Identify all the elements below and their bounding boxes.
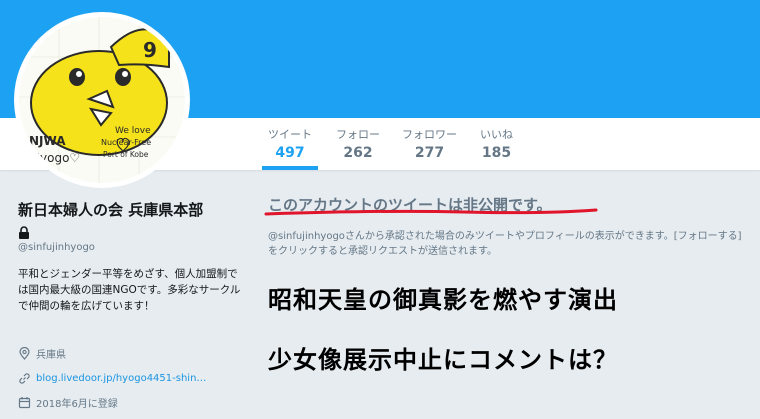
avatar-text-njwa: NJWA bbox=[29, 134, 66, 148]
calendar-icon bbox=[18, 397, 31, 409]
stat-followers[interactable]: フォロワー 277 bbox=[402, 126, 457, 161]
stat-followers-label: フォロワー bbox=[402, 128, 457, 141]
stat-likes-value: 185 bbox=[481, 145, 512, 161]
overlay-headline-1: 昭和天皇の御真影を燃やす演出 bbox=[268, 286, 618, 314]
stat-following-label: フォロー bbox=[336, 128, 380, 141]
stat-likes-label: いいね bbox=[480, 128, 513, 141]
profile-bio: 平和とジェンダー平等をめざす、個人加盟制では国内最大級の国連NGOです。多彩なサ… bbox=[18, 268, 241, 312]
svg-text:9: 9 bbox=[143, 38, 157, 62]
profile-website[interactable]: blog.livedoor.jp/hyogo4451-shin… bbox=[18, 372, 206, 385]
avatar-illustration: 9 NJWA Hyogo♡ We love Nuclear-Free Port … bbox=[19, 17, 185, 183]
location-text: 兵庫県 bbox=[36, 350, 66, 361]
stat-likes[interactable]: いいね 185 bbox=[480, 126, 513, 161]
website-link[interactable]: blog.livedoor.jp/hyogo4451-shin… bbox=[36, 373, 206, 384]
red-underline-annotation bbox=[264, 208, 598, 216]
overlay-headline-2: 少女像展示中止にコメントは？ bbox=[268, 346, 618, 374]
stat-followers-value: 277 bbox=[414, 145, 445, 161]
profile-handle[interactable]: @sinfujinhyogo bbox=[18, 242, 95, 253]
avatar-text-port: Port of Kobe bbox=[103, 150, 149, 159]
avatar-text-nuclear-free: Nuclear-Free bbox=[101, 138, 151, 147]
stat-following-value: 262 bbox=[343, 145, 373, 161]
profile-location: 兵庫県 bbox=[18, 346, 66, 361]
stat-tweets-label: ツイート bbox=[268, 128, 312, 141]
avatar-text-we-love: We love bbox=[115, 126, 151, 136]
location-icon bbox=[19, 347, 30, 360]
profile-name[interactable]: 新日本婦人の会 兵庫県本部 bbox=[18, 199, 203, 220]
private-account-description: @sinfujinhyogoさんから承認された場合のみツイートやプロフィールの表… bbox=[268, 231, 742, 257]
stat-following[interactable]: フォロー 262 bbox=[336, 126, 380, 161]
stat-tweets-value: 497 bbox=[275, 145, 305, 161]
lock-icon bbox=[18, 224, 30, 243]
joined-text: 2018年6月に登録 bbox=[36, 399, 118, 410]
avatar[interactable]: 9 NJWA Hyogo♡ We love Nuclear-Free Port … bbox=[19, 17, 185, 183]
link-icon bbox=[19, 373, 30, 384]
profile-joined: 2018年6月に登録 bbox=[18, 395, 118, 410]
stat-tweets[interactable]: ツイート 497 bbox=[262, 126, 318, 170]
